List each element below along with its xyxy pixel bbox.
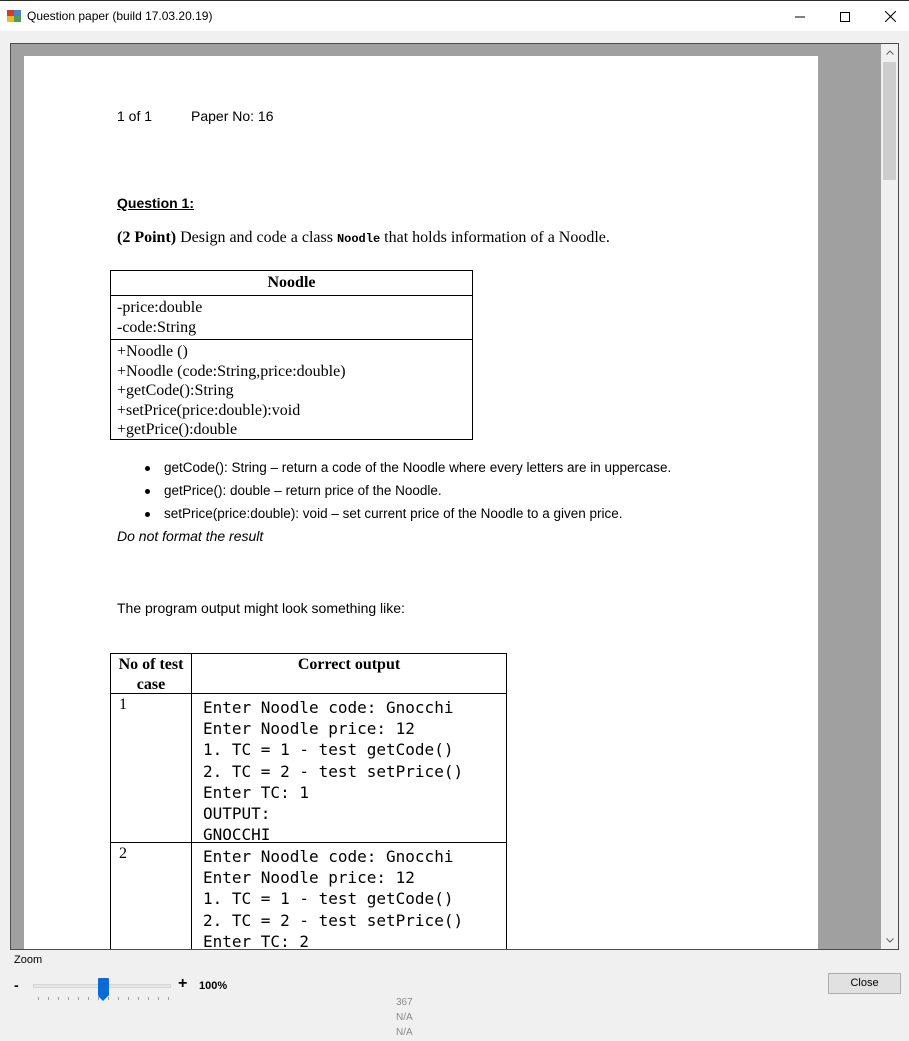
question-title: Question 1: xyxy=(117,195,195,211)
slider-tick xyxy=(138,997,139,1000)
paper-page: 1 of 1 Paper No: 16 Question 1: (2 Point… xyxy=(24,56,818,950)
list-item: getCode(): String – return a code of the… xyxy=(145,460,671,483)
app-icon xyxy=(7,10,21,22)
output-table: No of test case Correct output 1 Enter N… xyxy=(110,653,507,950)
uml-attributes: -price:double -code:String xyxy=(111,296,472,340)
question-text: (2 Point) Design and code a class Noodle… xyxy=(117,229,610,247)
zoom-value: 100% xyxy=(199,980,228,992)
requirements-list: getCode(): String – return a code of the… xyxy=(145,460,671,529)
maximize-icon xyxy=(840,11,850,22)
question-text-b: that holds information of a Noodle. xyxy=(380,229,610,246)
uml-method: +setPrice(price:double):void xyxy=(117,401,301,419)
info-line: N/A xyxy=(396,1027,413,1038)
scroll-down-button[interactable] xyxy=(881,932,898,949)
window-title: Question paper (build 17.03.20.19) xyxy=(27,9,213,23)
close-window-button[interactable] xyxy=(867,1,909,32)
document-viewer[interactable]: 1 of 1 Paper No: 16 Question 1: (2 Point… xyxy=(10,43,899,950)
page-indicator: 1 of 1 xyxy=(117,108,153,124)
question-text-a: Design and code a class xyxy=(176,229,337,246)
test-case-output: Enter Noodle code: Gnocchi Enter Noodle … xyxy=(203,847,464,950)
chevron-up-icon xyxy=(885,50,894,55)
uml-methods: +Noodle () +Noodle (code:String,price:do… xyxy=(111,340,472,439)
uml-attribute: -price:double xyxy=(117,299,203,316)
minimize-button[interactable] xyxy=(777,1,823,32)
output-intro: The program output might look something … xyxy=(117,600,405,616)
test-case-output: Enter Noodle code: Gnocchi Enter Noodle … xyxy=(203,698,464,842)
zoom-in-button[interactable]: + xyxy=(178,975,187,993)
table-header-row: No of test case Correct output xyxy=(111,654,506,694)
scroll-up-button[interactable] xyxy=(881,44,898,61)
scroll-thumb[interactable] xyxy=(883,62,896,180)
minimize-icon xyxy=(795,16,805,17)
uml-method: +Noodle () xyxy=(117,343,188,360)
zoom-slider-thumb[interactable] xyxy=(98,978,109,1001)
table-row: 2 Enter Noodle code: Gnocchi Enter Noodl… xyxy=(111,843,506,950)
bullet-icon xyxy=(145,489,150,494)
zoom-out-button[interactable]: - xyxy=(14,977,19,993)
title-bar: Question paper (build 17.03.20.19) xyxy=(0,0,909,31)
slider-tick xyxy=(168,997,169,1000)
test-case-number: 1 xyxy=(111,694,192,842)
slider-tick xyxy=(58,997,59,1000)
table-row: 1 Enter Noodle code: Gnocchi Enter Noodl… xyxy=(111,694,506,843)
list-item: setPrice(price:double): void – set curre… xyxy=(145,506,671,529)
slider-tick xyxy=(88,997,89,1000)
uml-method: +Noodle (code:String,price:double) xyxy=(117,362,346,380)
uml-attribute: -code:String xyxy=(117,318,197,336)
question-points: (2 Point) xyxy=(117,229,177,246)
slider-tick xyxy=(68,997,69,1000)
uml-class-diagram: Noodle -price:double -code:String +Noodl… xyxy=(110,270,473,440)
format-note: Do not format the result xyxy=(117,528,264,544)
slider-tick xyxy=(118,997,119,1000)
info-line: N/A xyxy=(396,1012,413,1023)
bullet-icon xyxy=(145,512,150,517)
slider-tick xyxy=(48,997,49,1000)
slider-tick xyxy=(108,997,109,1000)
question-class-name: Noodle xyxy=(336,232,381,246)
maximize-button[interactable] xyxy=(822,1,868,32)
uml-class-name: Noodle xyxy=(111,271,472,296)
info-count: 367 xyxy=(396,997,413,1008)
close-icon xyxy=(884,11,896,22)
uml-method: +getPrice():double xyxy=(117,421,238,439)
slider-tick xyxy=(158,997,159,1000)
col-header-test-case: No of test case xyxy=(111,654,192,693)
close-button[interactable]: Close xyxy=(828,973,901,994)
col-header-output: Correct output xyxy=(297,656,401,673)
slider-tick xyxy=(148,997,149,1000)
slider-tick xyxy=(128,997,129,1000)
zoom-label: Zoom xyxy=(14,954,43,966)
vertical-scrollbar[interactable] xyxy=(881,44,898,949)
slider-tick xyxy=(78,997,79,1000)
slider-tick xyxy=(38,997,39,1000)
chevron-down-icon xyxy=(885,938,894,943)
test-case-number: 2 xyxy=(111,843,192,949)
bullet-icon xyxy=(145,466,150,471)
list-item: getPrice(): double – return price of the… xyxy=(145,483,671,506)
uml-method: +getCode():String xyxy=(117,382,234,400)
paper-number: Paper No: 16 xyxy=(191,108,274,124)
